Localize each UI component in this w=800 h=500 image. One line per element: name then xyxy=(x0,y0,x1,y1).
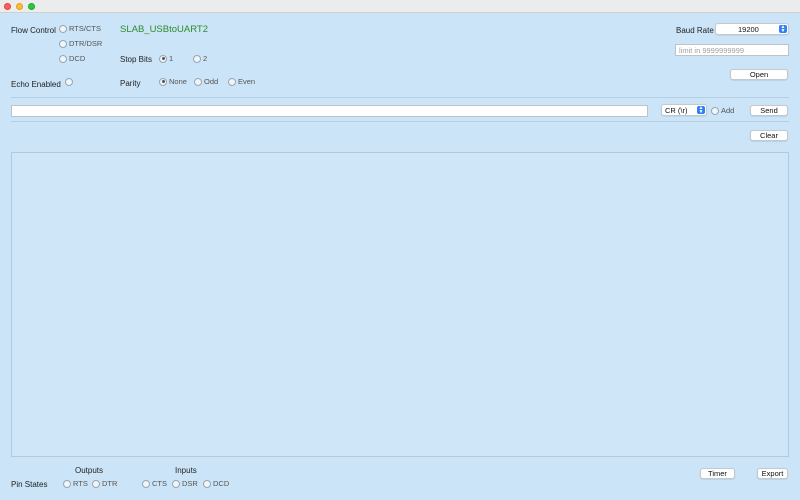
clear-button[interactable]: Clear xyxy=(750,130,788,141)
parity-none-radio[interactable]: None xyxy=(159,77,187,86)
stop-bits-label: Stop Bits xyxy=(120,55,153,64)
chevron-updown-icon: ▲ ▼ xyxy=(697,105,705,115)
radio-label: DCD xyxy=(69,54,86,63)
radio-icon xyxy=(63,479,71,488)
export-button[interactable]: Export xyxy=(757,468,788,479)
flow-control-dtr-dsr-radio[interactable]: DTR/DSR xyxy=(59,39,102,48)
limit-input[interactable] xyxy=(675,44,789,56)
radio-label: RTS xyxy=(73,479,88,488)
device-name: SLAB_USBtoUART2 xyxy=(120,24,209,35)
radio-selected-icon xyxy=(159,77,167,86)
radio-label: CTS xyxy=(152,479,167,488)
send-text-input[interactable] xyxy=(11,105,648,117)
radio-icon xyxy=(194,77,202,86)
radio-label: DTR xyxy=(102,479,118,488)
flow-control-dcd-radio[interactable]: DCD xyxy=(59,54,85,63)
pin-dtr-indicator[interactable]: DTR xyxy=(92,479,117,488)
baud-rate-label: Baud Rate xyxy=(676,26,714,35)
main-content: Flow Control RTS/CTS DTR/DSR DCD SLAB_US… xyxy=(0,13,800,500)
minimize-window-button[interactable] xyxy=(16,3,23,10)
radio-icon xyxy=(92,479,100,488)
radio-icon xyxy=(59,54,67,63)
outputs-label: Outputs xyxy=(75,466,104,475)
pin-cts-indicator: CTS xyxy=(142,479,167,488)
parity-odd-radio[interactable]: Odd xyxy=(194,77,218,86)
zoom-window-button[interactable] xyxy=(28,3,35,10)
stop-bits-1-radio[interactable]: 1 xyxy=(159,54,173,63)
radio-selected-icon xyxy=(159,54,167,63)
radio-label: RTS/CTS xyxy=(69,24,101,33)
echo-enabled-radio[interactable] xyxy=(65,78,73,86)
radio-icon xyxy=(203,479,211,488)
window-titlebar xyxy=(0,0,800,13)
pin-rts-indicator[interactable]: RTS xyxy=(63,479,88,488)
radio-icon xyxy=(59,24,67,33)
radio-label: 2 xyxy=(203,54,208,63)
open-button[interactable]: Open xyxy=(730,69,788,80)
radio-label: Even xyxy=(238,77,256,86)
line-ending-value: CR (\r) xyxy=(665,106,688,115)
radio-label: DCD xyxy=(213,479,230,488)
inputs-label: Inputs xyxy=(175,466,197,475)
echo-enabled-label: Echo Enabled xyxy=(11,80,61,89)
add-line-ending-radio[interactable]: Add xyxy=(711,106,734,115)
timer-button[interactable]: Timer xyxy=(700,468,735,479)
baud-rate-value: 19200 xyxy=(738,25,759,34)
radio-label: DTR/DSR xyxy=(69,39,103,48)
radio-label: 1 xyxy=(169,54,174,63)
radio-icon xyxy=(142,479,150,488)
send-button[interactable]: Send xyxy=(750,105,788,116)
divider xyxy=(11,97,789,98)
radio-icon xyxy=(193,54,201,63)
chevron-updown-icon: ▲ ▼ xyxy=(779,24,787,34)
stop-bits-2-radio[interactable]: 2 xyxy=(193,54,207,63)
serial-output-area[interactable] xyxy=(11,152,789,457)
divider xyxy=(11,121,789,122)
pin-dcd-indicator: DCD xyxy=(203,479,229,488)
radio-icon xyxy=(711,106,719,115)
flow-control-label: Flow Control xyxy=(11,26,56,35)
parity-even-radio[interactable]: Even xyxy=(228,77,255,86)
pin-dsr-indicator: DSR xyxy=(172,479,198,488)
radio-label: Odd xyxy=(204,77,219,86)
close-window-button[interactable] xyxy=(4,3,11,10)
parity-label: Parity xyxy=(120,79,141,88)
flow-control-rts-cts-radio[interactable]: RTS/CTS xyxy=(59,24,101,33)
radio-label: DSR xyxy=(182,479,198,488)
baud-rate-select[interactable]: 19200 ▲ ▼ xyxy=(715,23,789,35)
radio-label: None xyxy=(169,77,187,86)
radio-icon xyxy=(65,78,73,86)
radio-label: Add xyxy=(721,106,735,115)
line-ending-select[interactable]: CR (\r) ▲ ▼ xyxy=(661,104,707,116)
radio-icon xyxy=(228,77,236,86)
radio-icon xyxy=(59,39,67,48)
radio-icon xyxy=(172,479,180,488)
pin-states-label: Pin States xyxy=(11,480,48,489)
